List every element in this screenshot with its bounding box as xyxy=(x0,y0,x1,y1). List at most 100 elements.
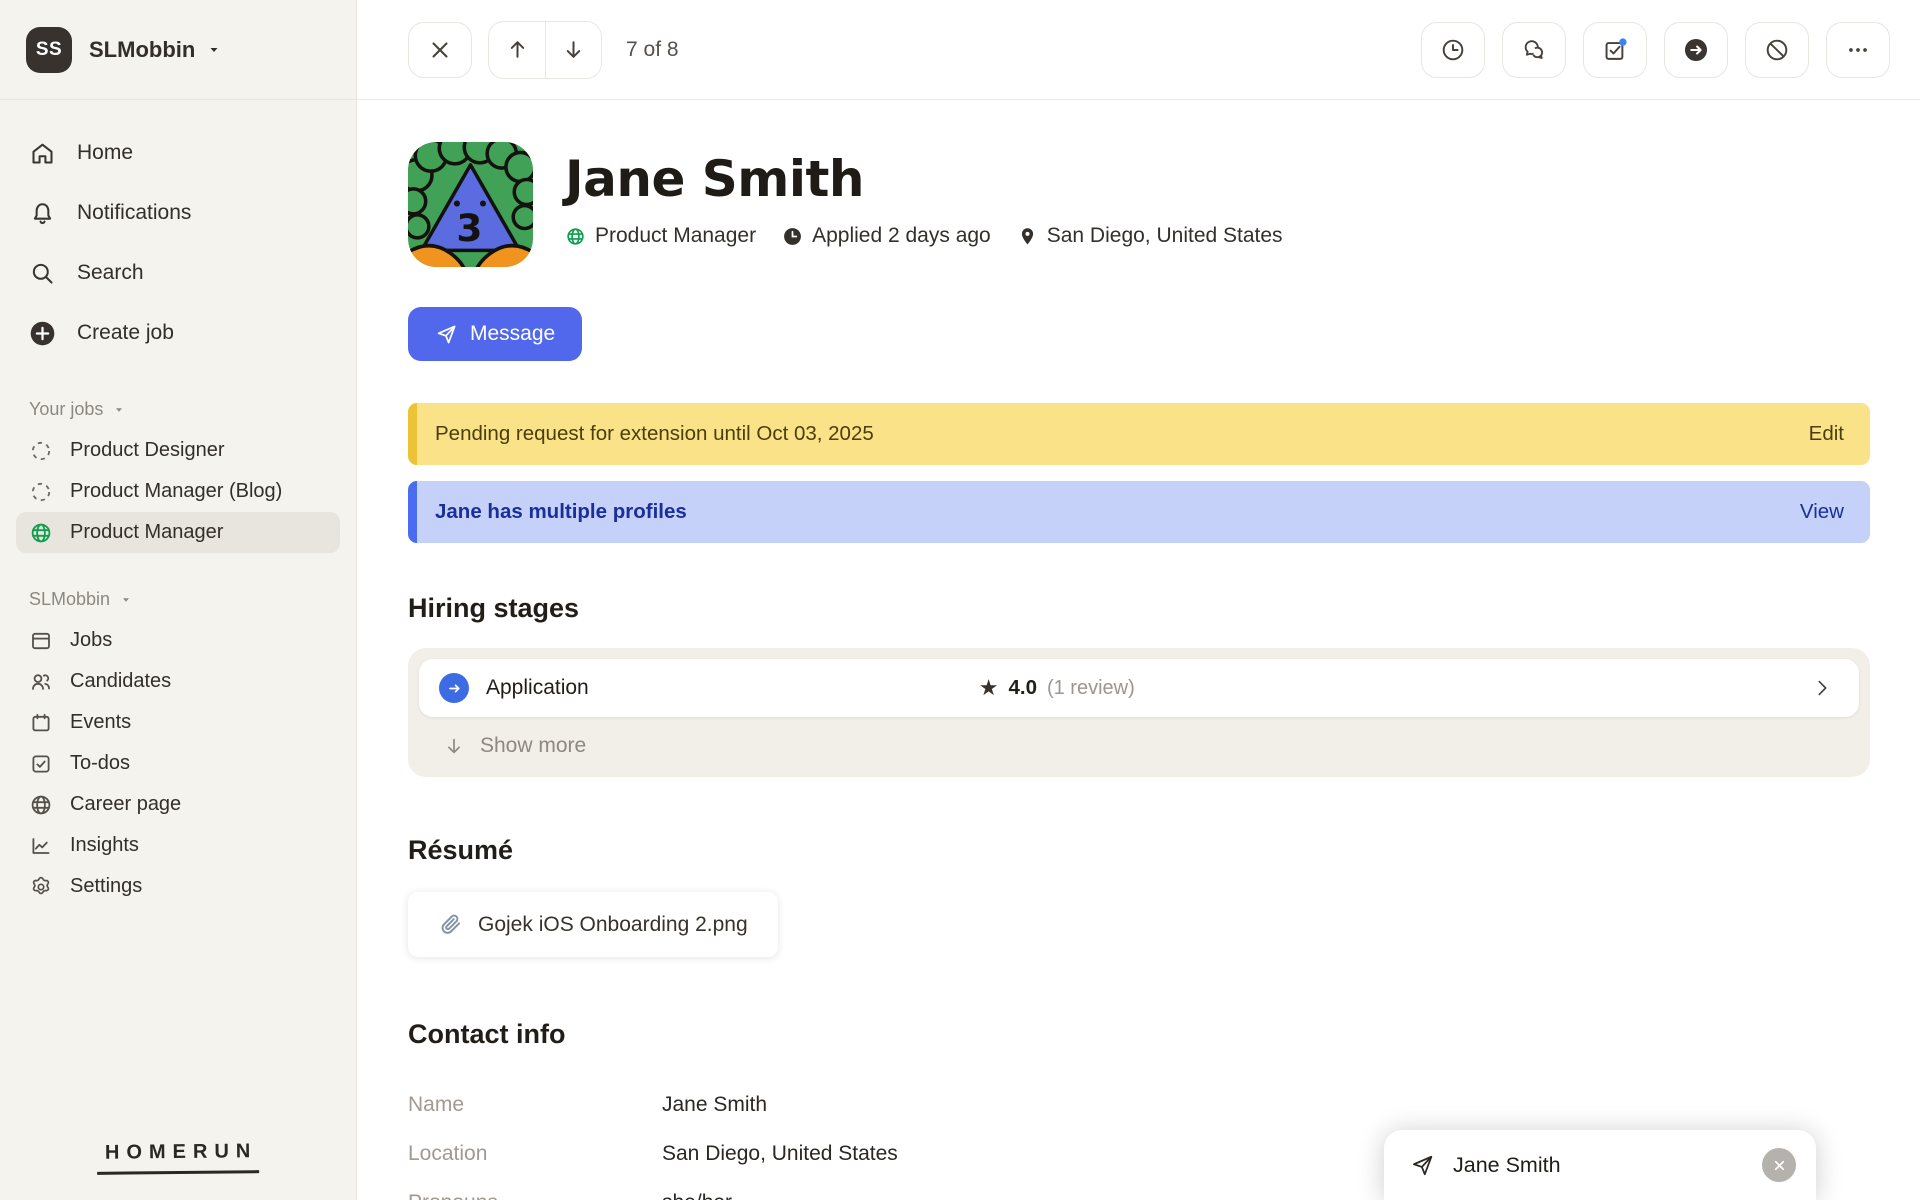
svg-text:3: 3 xyxy=(456,206,482,250)
more-options-button[interactable] xyxy=(1826,22,1890,78)
pending-extension-banner: Pending request for extension until Oct … xyxy=(408,403,1870,465)
arrow-down-icon xyxy=(443,735,465,757)
todo-notification-icon xyxy=(1602,37,1628,63)
profile-header: 3 Jane Smith Product Manager Applied 2 d… xyxy=(408,142,1870,267)
jobs-icon xyxy=(29,629,53,653)
conversations-button[interactable] xyxy=(1502,22,1566,78)
sidebar-item-home[interactable]: Home xyxy=(16,123,340,183)
job-label: Product Manager xyxy=(70,521,223,544)
rating-review-count: (1 review) xyxy=(1047,677,1135,700)
sidebar-job-product-manager-blog[interactable]: Product Manager (Blog) xyxy=(16,471,340,512)
paperclip-icon xyxy=(438,912,463,937)
paper-plane-icon xyxy=(435,323,458,346)
sidebar-item-label: Candidates xyxy=(70,670,171,693)
banner-text: Pending request for extension until Oct … xyxy=(435,422,874,446)
close-icon xyxy=(1772,1158,1787,1173)
resume-file-card[interactable]: Gojek iOS Onboarding 2.png xyxy=(408,892,778,957)
sidebar-job-product-manager[interactable]: Product Manager xyxy=(16,512,340,553)
candidate-meta: Product Manager Applied 2 days ago San D… xyxy=(565,224,1283,248)
avatar: 3 xyxy=(408,142,533,267)
next-candidate-button[interactable] xyxy=(545,22,601,78)
sidebar-item-notifications[interactable]: Notifications xyxy=(16,183,340,243)
sidebar-item-label: Notifications xyxy=(77,201,191,225)
draft-job-icon xyxy=(29,480,53,504)
stage-name: Application xyxy=(486,676,589,700)
search-icon xyxy=(29,260,56,287)
homerun-logo: HOMERUN xyxy=(0,1141,356,1174)
candidates-icon xyxy=(29,670,53,694)
sidebar-item-events[interactable]: Events xyxy=(16,702,340,743)
banner-stripe xyxy=(408,403,417,465)
sidebar-item-label: Jobs xyxy=(70,629,112,652)
close-candidate-button[interactable] xyxy=(408,22,472,78)
sidebar-item-jobs[interactable]: Jobs xyxy=(16,620,340,661)
sidebar-item-insights[interactable]: Insights xyxy=(16,825,340,866)
todo-button[interactable] xyxy=(1583,22,1647,78)
minimized-composer[interactable]: Jane Smith xyxy=(1384,1130,1816,1200)
job-label: Product Designer xyxy=(70,439,225,462)
candidate-toolbar: 7 of 8 xyxy=(357,0,1920,100)
hiring-stages-section: Hiring stages Application ★ 4.0 (1 revie… xyxy=(408,593,1870,777)
message-button[interactable]: Message xyxy=(408,307,582,361)
move-stage-button[interactable] xyxy=(1664,22,1728,78)
candidate-name: Jane Smith xyxy=(565,150,1283,208)
chevron-down-icon xyxy=(113,404,125,416)
rating-score: 4.0 xyxy=(1008,676,1037,700)
banner-stripe xyxy=(408,481,417,543)
sidebar-item-search[interactable]: Search xyxy=(16,243,340,303)
composer-close-button[interactable] xyxy=(1762,1148,1796,1182)
sidebar-item-label: Events xyxy=(70,711,131,734)
arrow-up-icon xyxy=(505,37,530,62)
your-jobs-section-toggle[interactable]: Your jobs xyxy=(0,399,356,420)
field-value: San Diego, United States xyxy=(662,1142,898,1166)
globe-icon xyxy=(29,793,53,817)
job-meta: Product Manager xyxy=(565,224,756,248)
close-icon xyxy=(427,37,453,63)
applied-meta: Applied 2 days ago xyxy=(782,224,991,248)
sidebar-item-todos[interactable]: To-dos xyxy=(16,743,340,784)
stage-row-application[interactable]: Application ★ 4.0 (1 review) xyxy=(419,659,1859,717)
ellipsis-icon xyxy=(1845,37,1871,63)
section-label: SLMobbin xyxy=(29,589,110,610)
sidebar-item-label: Insights xyxy=(70,834,139,857)
resume-section: Résumé Gojek iOS Onboarding 2.png xyxy=(408,835,1870,957)
map-pin-icon xyxy=(1017,226,1038,247)
arrow-circle-icon xyxy=(1683,37,1709,63)
previous-candidate-button[interactable] xyxy=(489,22,545,78)
contact-info-title: Contact info xyxy=(408,1019,1870,1050)
hiring-stages-card: Application ★ 4.0 (1 review) Show more xyxy=(408,648,1870,777)
show-more-label: Show more xyxy=(480,734,586,758)
show-more-stages-button[interactable]: Show more xyxy=(419,717,1859,777)
disqualify-button[interactable] xyxy=(1745,22,1809,78)
sidebar-item-label: Search xyxy=(77,261,144,285)
sidebar-item-career-page[interactable]: Career page xyxy=(16,784,340,825)
chevron-down-icon xyxy=(120,594,132,606)
calendar-icon xyxy=(29,711,53,735)
history-button[interactable] xyxy=(1421,22,1485,78)
contact-row-name: Name Jane Smith xyxy=(408,1080,1870,1129)
workspace-logo: SS xyxy=(26,27,72,73)
stage-status-icon xyxy=(439,673,469,703)
sidebar-item-settings[interactable]: Settings xyxy=(16,866,340,907)
plus-circle-icon xyxy=(29,320,56,347)
chevron-right-icon xyxy=(1811,677,1833,699)
company-section-toggle[interactable]: SLMobbin xyxy=(0,589,356,610)
sidebar-item-create-job[interactable]: Create job xyxy=(16,303,340,363)
live-job-globe-icon xyxy=(29,521,53,545)
ban-icon xyxy=(1764,37,1790,63)
resume-title: Résumé xyxy=(408,835,1870,866)
workspace-switcher[interactable]: SS SLMobbin xyxy=(0,0,356,100)
view-profiles-button[interactable]: View xyxy=(1800,500,1844,524)
job-label: Product Manager (Blog) xyxy=(70,480,282,503)
edit-extension-button[interactable]: Edit xyxy=(1809,422,1844,446)
candidate-pager xyxy=(488,21,602,79)
main-area: 7 of 8 xyxy=(357,0,1920,1200)
chevron-down-icon xyxy=(207,43,221,57)
live-job-globe-icon xyxy=(565,226,586,247)
sidebar-job-product-designer[interactable]: Product Designer xyxy=(16,430,340,471)
stage-rating: ★ 4.0 (1 review) xyxy=(979,676,1135,700)
field-value: Jane Smith xyxy=(662,1093,767,1117)
chart-icon xyxy=(29,834,53,858)
sidebar-item-candidates[interactable]: Candidates xyxy=(16,661,340,702)
sidebar-item-label: Settings xyxy=(70,875,142,898)
